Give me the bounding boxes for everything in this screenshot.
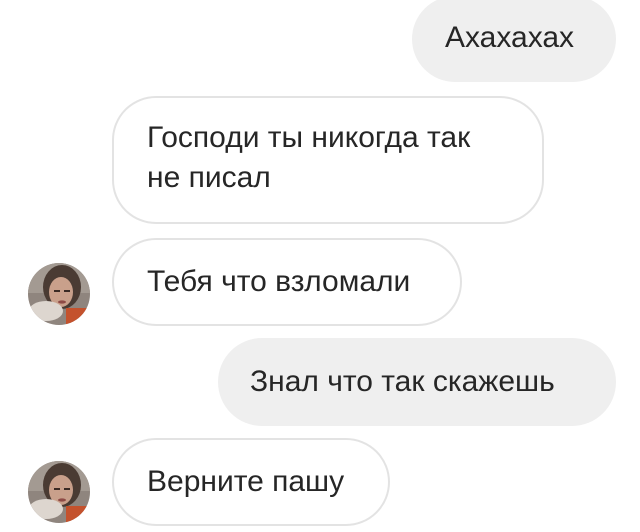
- outgoing-message-bubble[interactable]: Знал что так скажешь: [218, 338, 616, 426]
- chat-thread: Ахахахах Господи ты никогда так не писал…: [0, 0, 640, 532]
- incoming-message-bubble[interactable]: Тебя что взломали: [112, 238, 462, 326]
- incoming-message-bubble[interactable]: Верните пашу: [112, 438, 390, 526]
- avatar-image: [28, 461, 90, 523]
- message-text: Знал что так скажешь: [250, 365, 555, 398]
- message-text: Ахахахах: [445, 21, 575, 54]
- outgoing-message-bubble[interactable]: Ахахахах: [412, 0, 616, 82]
- message-text-line: не писал: [147, 161, 271, 194]
- incoming-message-bubble[interactable]: Господи ты никогда так не писал: [112, 96, 544, 224]
- user-avatar-photo[interactable]: [28, 461, 90, 523]
- message-text-line: Господи ты никогда так: [147, 121, 471, 154]
- message-text: Тебя что взломали: [147, 265, 411, 298]
- user-avatar-photo[interactable]: [28, 263, 90, 325]
- avatar-image: [28, 263, 90, 325]
- message-text: Верните пашу: [147, 465, 345, 498]
